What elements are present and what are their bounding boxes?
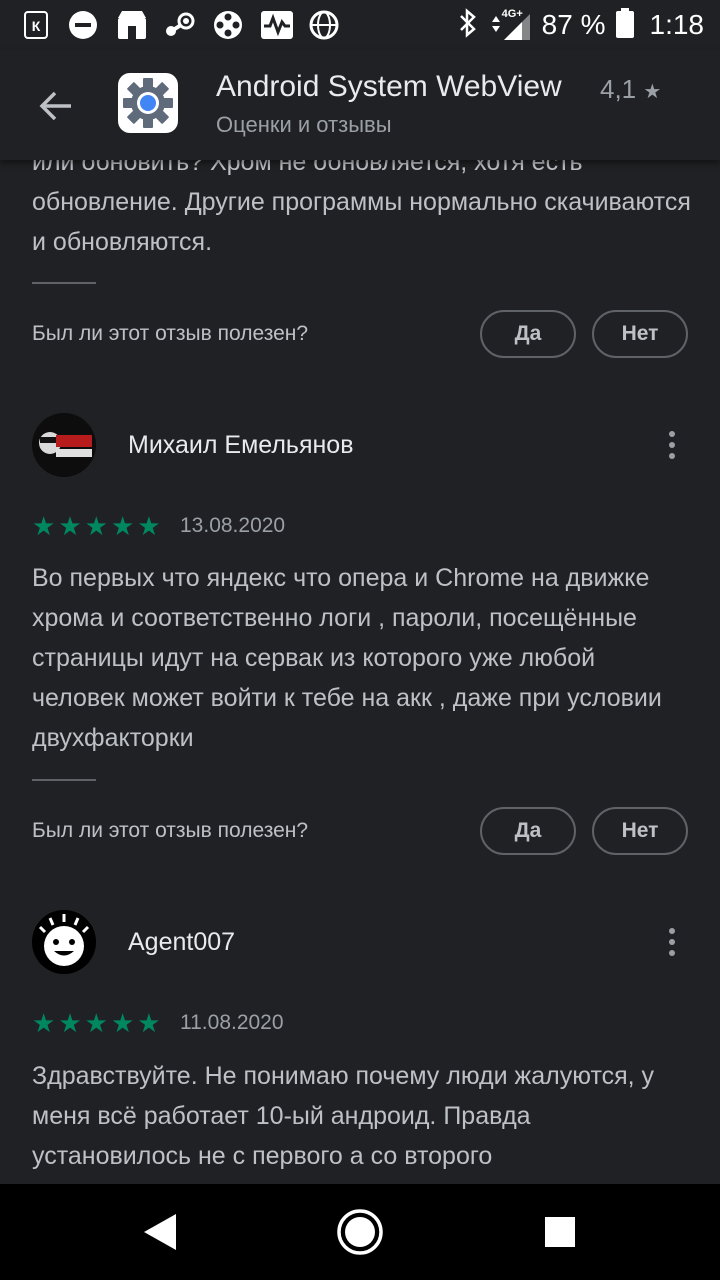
app-rating-value: 4,1: [600, 74, 637, 104]
star-icon: ★: [58, 511, 82, 541]
clock: 1:18: [649, 9, 705, 40]
star-icon: ★: [643, 81, 662, 103]
nav-recents-button[interactable]: [532, 1204, 588, 1260]
nav-recents-icon: [545, 1217, 575, 1247]
nav-back-button[interactable]: [132, 1204, 188, 1260]
helpful-no-button[interactable]: Нет: [592, 310, 688, 358]
shop-icon: [116, 10, 148, 40]
back-arrow-icon: [39, 91, 71, 121]
cellular-signal-icon: 4G+: [488, 8, 532, 42]
avatar: [32, 413, 96, 477]
helpful-yes-button[interactable]: Да: [480, 807, 576, 855]
svg-text:К: К: [32, 18, 41, 34]
nav-back-icon: [144, 1214, 176, 1250]
avatar: [32, 910, 96, 974]
film-reel-icon: [212, 10, 244, 40]
app-icon[interactable]: [118, 73, 178, 133]
star-icon: ★: [110, 1008, 135, 1038]
star-icon: ★: [110, 511, 135, 541]
page-subtitle: Оценки и отзывы: [216, 112, 392, 137]
star-icon: ★: [137, 511, 161, 541]
system-nav-bar: [0, 1184, 720, 1280]
app-title: Android System WebView: [216, 70, 562, 103]
helpful-prompt: Был ли этот отзыв полезен?: [32, 819, 309, 842]
battery-percent: 87 %: [541, 9, 606, 40]
helpful-yes-button[interactable]: Да: [480, 310, 576, 358]
app-bar: Android System WebView 4,1 ★ Оценки и от…: [0, 50, 720, 160]
review-text: Здравствуйте. Не понимаю почему люди жал…: [32, 1062, 655, 1170]
star-icon: ★: [58, 1008, 82, 1038]
steam-icon: [164, 10, 196, 40]
star-icon: ★: [84, 1008, 108, 1038]
more-options-button[interactable]: [658, 922, 686, 962]
helpful-no-button[interactable]: Нет: [592, 807, 688, 855]
review-rating: ★ ★ ★ ★ ★: [32, 1010, 161, 1036]
do-not-disturb-icon: [68, 10, 98, 40]
more-options-button[interactable]: [658, 425, 686, 465]
star-icon: ★: [84, 511, 108, 541]
review-divider: [32, 282, 96, 284]
bluetooth-icon: [458, 7, 478, 43]
back-button[interactable]: [30, 80, 82, 132]
review-text: или обновить? Хром не обновляется, хотя …: [32, 160, 691, 256]
gear-icon: [123, 78, 173, 128]
app-rating: 4,1 ★: [600, 74, 661, 105]
helpful-prompt: Был ли этот отзыв полезен?: [32, 322, 309, 345]
star-icon: ★: [32, 1008, 56, 1038]
k-app-icon: К: [24, 10, 48, 40]
more-vert-icon: [669, 928, 675, 934]
review-divider: [32, 779, 96, 781]
review-date: 13.08.2020: [180, 514, 286, 537]
battery-icon: [615, 7, 634, 43]
review-author: Михаил Емельянов: [128, 431, 354, 459]
activity-icon: [260, 10, 294, 40]
more-vert-icon: [669, 431, 675, 437]
review-rating: ★ ★ ★ ★ ★: [32, 513, 161, 539]
review-date: 11.08.2020: [180, 1011, 284, 1034]
review-text: Во первых что яндекс что опера и Chrome …: [32, 564, 662, 752]
nav-home-icon: [337, 1209, 383, 1255]
reviews-list[interactable]: или обновить? Хром не обновляется, хотя …: [0, 160, 720, 1184]
star-icon: ★: [137, 1008, 161, 1038]
globe-chat-icon: [308, 10, 340, 40]
nav-home-button[interactable]: [332, 1204, 388, 1260]
status-bar: К 4G+ 87 % 1:18: [0, 0, 720, 50]
review-author: Agent007: [128, 928, 236, 956]
star-icon: ★: [32, 511, 56, 541]
